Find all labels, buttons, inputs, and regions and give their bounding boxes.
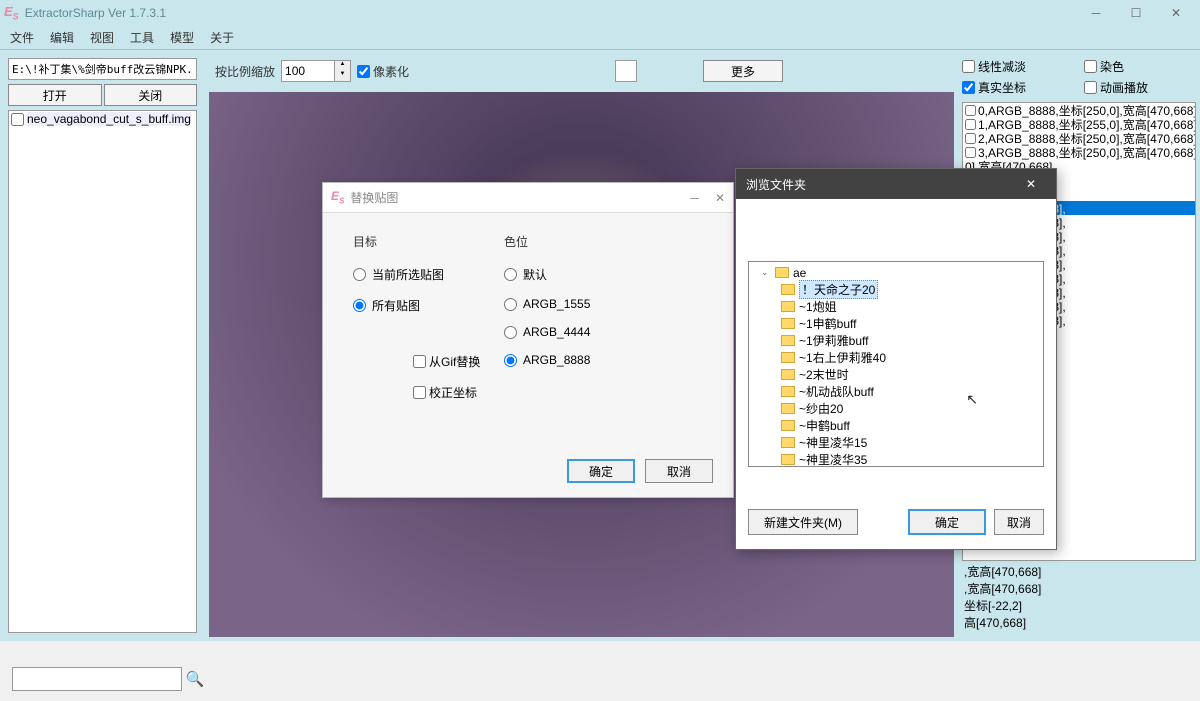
scale-label: 按比例缩放 [215, 63, 275, 80]
menu-file[interactable]: 文件 [10, 29, 34, 46]
menu-tools[interactable]: 工具 [130, 29, 154, 46]
browse-dialog-title: 浏览文件夹 [746, 176, 806, 193]
tree-item[interactable]: ~机动战队buff [751, 383, 1041, 400]
file-list-item[interactable]: neo_vagabond_cut_s_buff.img [9, 111, 196, 127]
close-file-button[interactable]: 关闭 [104, 84, 198, 106]
replace-cancel-button[interactable]: 取消 [645, 459, 713, 483]
fix-coord-checkbox[interactable]: 校正坐标 [413, 384, 480, 401]
open-button[interactable]: 打开 [8, 84, 102, 106]
tree-item[interactable]: ~2末世时 [751, 366, 1041, 383]
tree-root[interactable]: ⌄ ae [751, 264, 1041, 281]
bits-default-radio[interactable]: 默认 [504, 266, 590, 283]
target-all-radio[interactable]: 所有贴图 [353, 297, 444, 314]
spin-down-icon[interactable]: ▼ [335, 71, 350, 81]
browse-dialog-titlebar[interactable]: 浏览文件夹 ✕ [736, 169, 1056, 199]
browse-close-icon[interactable]: ✕ [1016, 177, 1046, 191]
menu-view[interactable]: 视图 [90, 29, 114, 46]
target-group-label: 目标 [353, 233, 444, 250]
browse-dialog: 浏览文件夹 ✕ ⌄ ae ！天命之子20 ~1炮姐 ~1申鹤buff ~1伊莉雅… [735, 168, 1057, 550]
spin-up-icon[interactable]: ▲ [335, 61, 350, 71]
bits-8888-radio[interactable]: ARGB_8888 [504, 353, 590, 367]
app-title: ExtractorSharp Ver 1.7.3.1 [25, 6, 166, 20]
folder-icon [781, 318, 795, 329]
folder-icon [781, 454, 795, 465]
bits-group-label: 色位 [504, 233, 590, 250]
left-panel: 打开 关闭 neo_vagabond_cut_s_buff.img [0, 50, 205, 641]
tree-item[interactable]: ~神里凌华15 [751, 434, 1041, 451]
folder-icon [781, 403, 795, 414]
center-toolbar: 按比例缩放 ▲▼ 像素化 更多 [205, 50, 958, 92]
target-current-radio[interactable]: 当前所选贴图 [353, 266, 444, 283]
tree-item[interactable]: ！天命之子20 [751, 281, 1041, 298]
scale-spinner[interactable]: ▲▼ [281, 60, 351, 82]
folder-icon [781, 335, 795, 346]
folder-icon [781, 352, 795, 363]
folder-icon [775, 267, 789, 278]
dialog-minimize-icon[interactable]: ─ [690, 191, 699, 205]
bits-4444-radio[interactable]: ARGB_4444 [504, 325, 590, 339]
file-name: neo_vagabond_cut_s_buff.img [27, 112, 191, 126]
tree-item[interactable]: ~1右上伊莉雅40 [751, 349, 1041, 366]
folder-icon [781, 301, 795, 312]
linear-dim-checkbox[interactable]: 线性减淡 [962, 58, 1074, 75]
titlebar: ES ExtractorSharp Ver 1.7.3.1 ─ ☐ ✕ [0, 0, 1200, 26]
folder-icon [781, 420, 795, 431]
from-gif-checkbox[interactable]: 从Gif替换 [413, 353, 480, 370]
extra-info: ,宽高[470,668] ,宽高[470,668] 坐标[-22,2] 高[47… [962, 561, 1196, 633]
dialog-close-icon[interactable]: ✕ [715, 191, 725, 205]
file-checkbox[interactable] [11, 113, 24, 126]
minimize-button[interactable]: ─ [1076, 0, 1116, 26]
close-button[interactable]: ✕ [1156, 0, 1196, 26]
chevron-down-icon[interactable]: ⌄ [761, 267, 771, 278]
bits-1555-radio[interactable]: ARGB_1555 [504, 297, 590, 311]
replace-dialog: ES 替换贴图 ─ ✕ 目标 当前所选贴图 所有贴图 色位 默认 ARGB_155… [322, 182, 734, 498]
replace-ok-button[interactable]: 确定 [567, 459, 635, 483]
folder-icon [781, 369, 795, 380]
menu-model[interactable]: 模型 [170, 29, 194, 46]
new-folder-button[interactable]: 新建文件夹(M) [748, 509, 858, 535]
path-input[interactable] [8, 58, 197, 80]
folder-icon [781, 284, 795, 295]
tree-item[interactable]: ~1伊莉雅buff [751, 332, 1041, 349]
tree-item[interactable]: ~1炮姐 [751, 298, 1041, 315]
menubar: 文件 编辑 视图 工具 模型 关于 [0, 26, 1200, 50]
app-icon: ES [331, 189, 344, 205]
browse-cancel-button[interactable]: 取消 [994, 509, 1044, 535]
folder-icon [781, 386, 795, 397]
bottom-bar: 🔍 [12, 667, 208, 691]
tree-item[interactable]: ~1申鹤buff [751, 315, 1041, 332]
menu-about[interactable]: 关于 [210, 29, 234, 46]
replace-dialog-title: 替换贴图 [350, 189, 398, 206]
replace-dialog-titlebar[interactable]: ES 替换贴图 ─ ✕ [323, 183, 733, 213]
pixelate-checkbox[interactable]: 像素化 [357, 63, 409, 80]
anim-play-checkbox[interactable]: 动画播放 [1084, 79, 1196, 96]
search-input[interactable] [12, 667, 182, 691]
dye-checkbox[interactable]: 染色 [1084, 58, 1196, 75]
browse-ok-button[interactable]: 确定 [908, 509, 986, 535]
tree-item[interactable]: ~纱由20 [751, 400, 1041, 417]
app-icon: ES [4, 4, 19, 22]
folder-tree[interactable]: ⌄ ae ！天命之子20 ~1炮姐 ~1申鹤buff ~1伊莉雅buff ~1右… [748, 261, 1044, 467]
real-coord-checkbox[interactable]: 真实坐标 [962, 79, 1074, 96]
menu-edit[interactable]: 编辑 [50, 29, 74, 46]
file-list[interactable]: neo_vagabond_cut_s_buff.img [8, 110, 197, 633]
color-picker[interactable] [615, 60, 637, 82]
tree-item[interactable]: ~申鹤buff [751, 417, 1041, 434]
search-icon[interactable]: 🔍 [182, 667, 208, 691]
scale-input[interactable] [282, 61, 334, 81]
more-button[interactable]: 更多 [703, 60, 783, 82]
folder-icon [781, 437, 795, 448]
tree-item[interactable]: ~神里凌华35 [751, 451, 1041, 467]
maximize-button[interactable]: ☐ [1116, 0, 1156, 26]
